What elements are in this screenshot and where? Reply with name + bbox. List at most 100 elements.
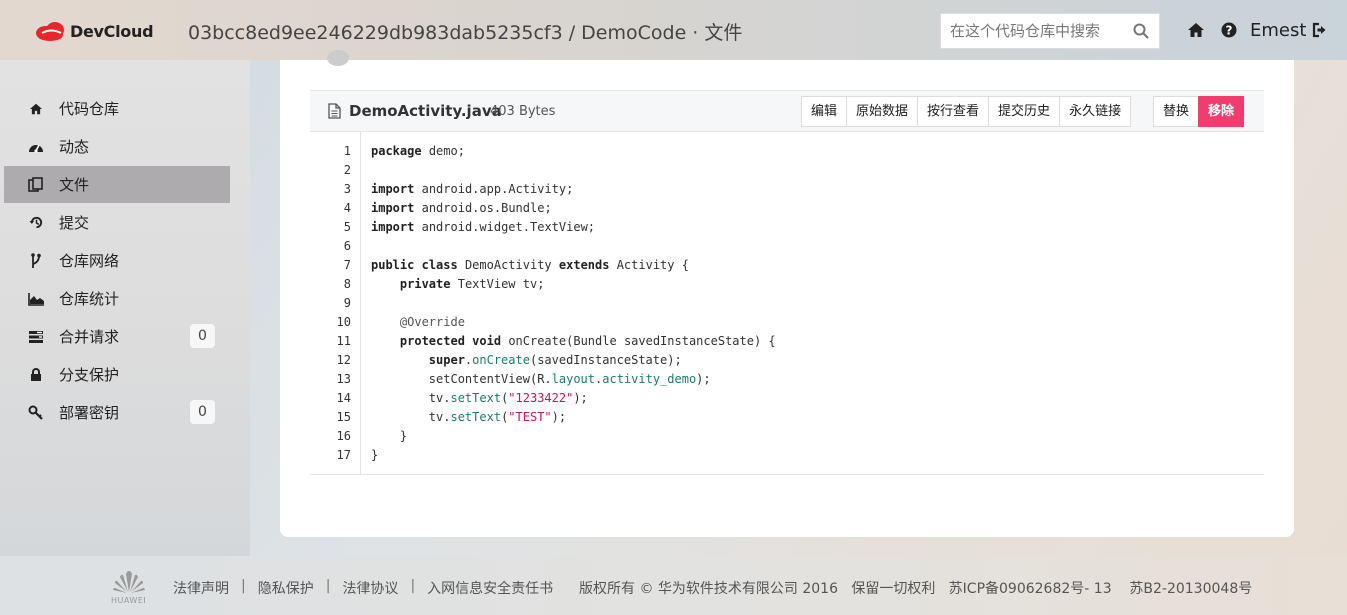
huawei-logo-text: HUAWEI	[111, 596, 147, 605]
line-number-gutter: 1 2 3 4 5 6 7 8 9 10 11 12 13 14 15 16 17	[310, 132, 361, 474]
blame-button[interactable]: 按行查看	[917, 96, 990, 127]
line-number[interactable]: 2	[310, 161, 351, 180]
delete-button[interactable]: 移除	[1198, 96, 1245, 127]
code-line: setContentView(R.layout.activity_demo);	[428, 372, 711, 386]
raw-button[interactable]: 原始数据	[846, 96, 919, 127]
footer-links: 法律声明 | 隐私保护 | 法律协议 | 入网信息安全责任书	[173, 578, 553, 598]
footer-link-agreement[interactable]: 法律协议	[342, 578, 398, 598]
brand-name: DevCloud	[70, 21, 154, 41]
history-button[interactable]: 提交历史	[988, 96, 1061, 127]
code-line: tv.setText("1233422");	[428, 391, 588, 405]
divider: |	[241, 578, 246, 594]
divider: |	[325, 578, 331, 594]
permalink-button[interactable]: 永久链接	[1059, 96, 1132, 127]
code-line: tv.setText("TEST");	[428, 410, 567, 424]
sidebar-item-branch-protection[interactable]: 分支保护	[4, 356, 230, 393]
area-chart-icon	[26, 292, 46, 306]
lock-icon	[26, 367, 46, 382]
file-actions-group: 编辑 原始数据 按行查看 提交历史 永久链接	[801, 96, 1132, 127]
dashboard-icon	[26, 140, 46, 154]
sidebar-item-repo-stats[interactable]: 仓库统计	[4, 280, 230, 317]
line-number[interactable]: 9	[310, 294, 351, 313]
sign-out-icon[interactable]	[1312, 22, 1329, 42]
footer-link-legal[interactable]: 法律声明	[173, 578, 229, 598]
sidebar-item-repo-network[interactable]: 仓库网络	[4, 242, 230, 279]
sidebar-item-deploy-keys[interactable]: 部署密钥 0	[4, 394, 230, 431]
footer-link-security[interactable]: 入网信息安全责任书	[427, 578, 553, 598]
merge-request-count-badge: 0	[190, 324, 215, 348]
line-number[interactable]: 6	[310, 237, 351, 256]
line-number[interactable]: 13	[310, 370, 351, 389]
line-number[interactable]: 4	[310, 199, 351, 218]
file-header: DemoActivity.java 403 Bytes 编辑 原始数据 按行查看…	[310, 90, 1264, 132]
line-number[interactable]: 1	[310, 142, 351, 161]
code-line: private TextView tv;	[399, 277, 545, 291]
top-bar: DevCloud 03bcc8ed9ee246229db983dab5235cf…	[0, 0, 1347, 60]
line-number[interactable]: 11	[310, 332, 351, 351]
line-number[interactable]: 12	[310, 351, 351, 370]
code-line: public class DemoActivity extends Activi…	[371, 258, 689, 272]
copyright-text: 版权所有 © 华为软件技术有限公司 2016 保留一切权利 苏ICP备09062…	[579, 581, 1253, 597]
user-name[interactable]: Emest	[1250, 20, 1306, 41]
line-number[interactable]: 7	[310, 256, 351, 275]
sidebar-item-label: 提交	[59, 214, 90, 232]
sidebar-item-label: 部署密钥	[59, 404, 120, 422]
footer-link-privacy[interactable]: 隐私保护	[258, 578, 314, 598]
code-line: }	[371, 429, 408, 443]
line-number[interactable]: 10	[310, 313, 351, 332]
svg-text:?: ?	[1226, 24, 1233, 38]
home-icon[interactable]	[1187, 22, 1205, 42]
code-line: import android.os.Bundle;	[371, 201, 552, 215]
sidebar-item-commits[interactable]: 提交	[4, 204, 230, 241]
divider: |	[410, 578, 416, 594]
file-text-icon	[328, 103, 341, 123]
code-line: protected void onCreate(Bundle savedInst…	[399, 334, 776, 348]
search-input[interactable]	[950, 16, 1130, 46]
sidebar-item-label: 合并请求	[59, 328, 120, 346]
huawei-logo-icon	[112, 570, 146, 598]
code-line: super.onCreate(savedInstanceState);	[428, 353, 682, 367]
file-size: 403 Bytes	[490, 104, 556, 119]
replace-button[interactable]: 替换	[1153, 96, 1200, 127]
sidebar-item-label: 文件	[59, 176, 90, 194]
sidebar: 代码仓库 动态 文件 提交 仓库网络 仓库统计 合并请求 0 分支保护 部署密钥…	[0, 60, 250, 556]
footer: HUAWEI 法律声明 | 隐私保护 | 法律协议 | 入网信息安全责任书 版权…	[0, 556, 1347, 615]
help-icon[interactable]: ?	[1221, 22, 1237, 42]
branch-icon	[26, 252, 46, 269]
tasks-icon	[26, 330, 46, 344]
sidebar-item-activity[interactable]: 动态	[4, 128, 230, 165]
repo-search	[940, 13, 1160, 49]
history-icon	[26, 215, 46, 230]
code-line: import android.widget.TextView;	[371, 220, 596, 234]
copy-icon	[26, 176, 46, 193]
home-icon	[26, 103, 46, 115]
avatar	[327, 50, 349, 66]
sidebar-item-files[interactable]: 文件	[4, 166, 230, 203]
line-number[interactable]: 8	[310, 275, 351, 294]
line-number[interactable]: 15	[310, 408, 351, 427]
file-modify-group: 替换 移除	[1153, 96, 1245, 127]
search-icon[interactable]	[1133, 23, 1149, 43]
sidebar-item-label: 仓库网络	[59, 252, 120, 270]
code-line: @Override	[399, 315, 465, 329]
code-line: import android.app.Activity;	[371, 182, 574, 196]
sidebar-item-label: 分支保护	[59, 366, 120, 384]
line-number[interactable]: 5	[310, 218, 351, 237]
key-icon	[26, 405, 46, 421]
deploy-key-count-badge: 0	[190, 400, 215, 424]
code-line: package demo;	[371, 144, 465, 158]
code-line: }	[371, 448, 379, 462]
repo-breadcrumb[interactable]: 03bcc8ed9ee246229db983dab5235cf3 / DemoC…	[188, 18, 742, 45]
edit-button[interactable]: 编辑	[801, 96, 848, 127]
code-viewer[interactable]: 1 2 3 4 5 6 7 8 9 10 11 12 13 14 15 16 17 package demo; i…	[310, 132, 1264, 475]
line-number[interactable]: 16	[310, 427, 351, 446]
sidebar-item-code-repo[interactable]: 代码仓库	[4, 90, 230, 127]
sidebar-item-merge-requests[interactable]: 合并请求 0	[4, 318, 230, 355]
devcloud-logo[interactable]: DevCloud	[34, 20, 154, 42]
line-number[interactable]: 3	[310, 180, 351, 199]
sidebar-item-label: 动态	[59, 138, 90, 156]
line-number[interactable]: 17	[310, 446, 351, 465]
cloud-logo-icon	[34, 20, 68, 42]
line-number[interactable]: 14	[310, 389, 351, 408]
file-name: DemoActivity.java	[349, 102, 502, 120]
